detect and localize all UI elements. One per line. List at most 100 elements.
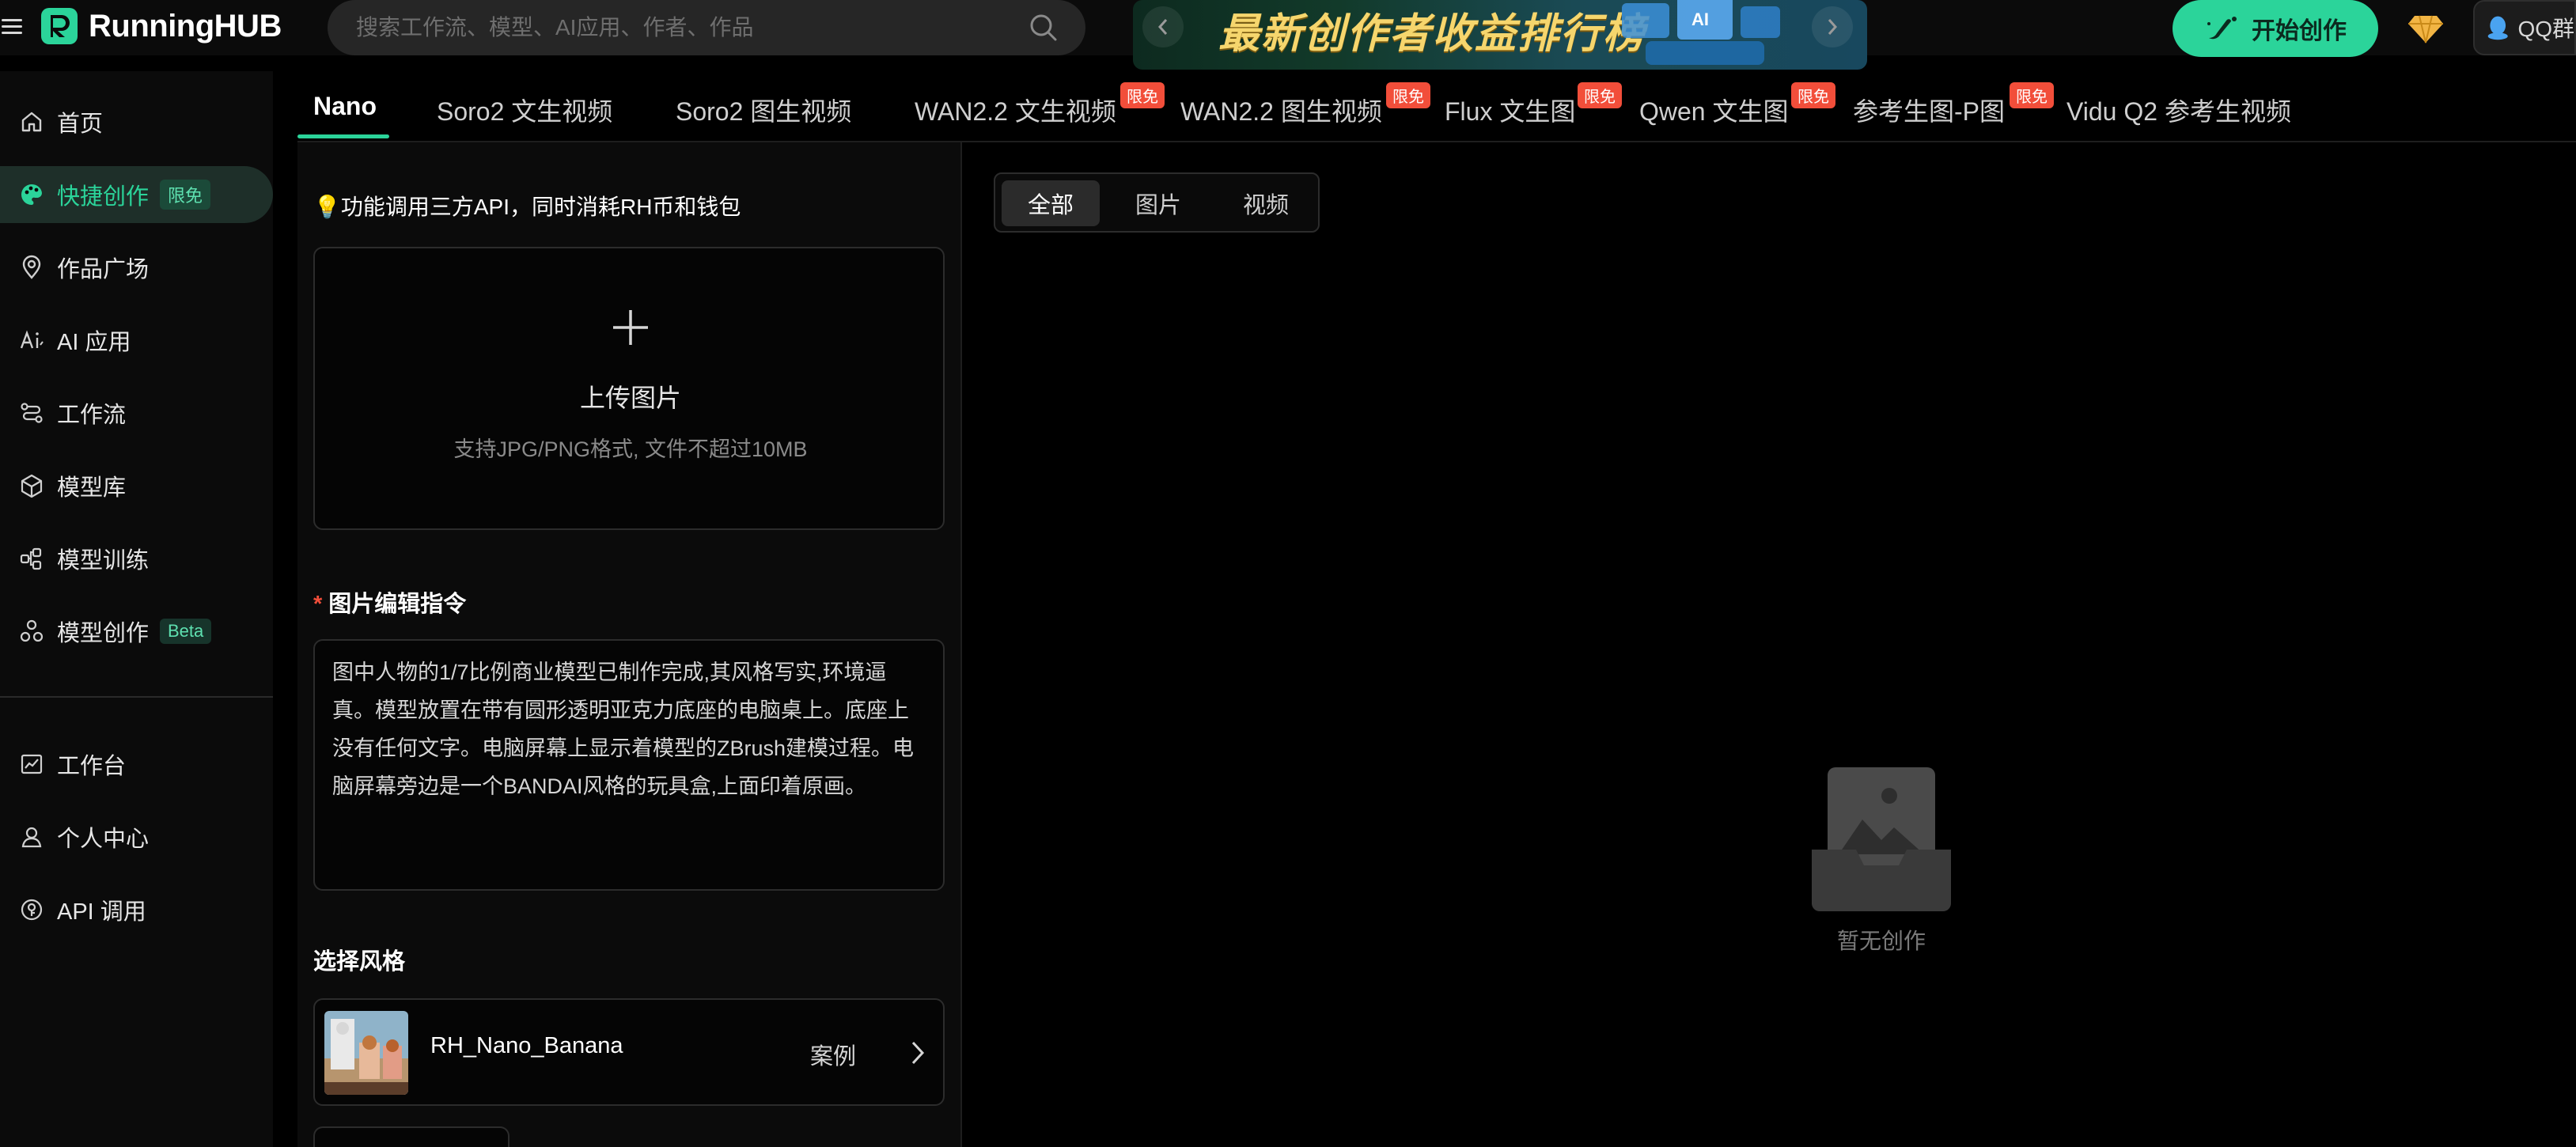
free-tag: 限免 — [1386, 82, 1430, 108]
sidebar-item-api[interactable]: API 调用 — [0, 881, 273, 938]
image-upload-area[interactable]: 上传图片 支持JPG/PNG格式, 文件不超过10MB — [313, 247, 945, 530]
search-input[interactable] — [356, 0, 1005, 55]
chevron-right-icon[interactable] — [910, 1039, 926, 1066]
sidebar-item-profile[interactable]: 个人中心 — [0, 808, 273, 865]
prompt-field[interactable]: 图中人物的1/7比例商业模型已制作完成,其风格写实,环境逼真。模型放置在带有圆形… — [313, 639, 945, 891]
filter-videos[interactable]: 视频 — [1217, 180, 1315, 226]
free-badge: 限免 — [160, 180, 211, 210]
empty-state-text: 暂无创作 — [1836, 929, 1926, 953]
dashboard-icon — [21, 754, 43, 774]
tab-label: Flux 文生图 — [1445, 97, 1576, 126]
banner-next-button[interactable] — [1812, 6, 1853, 47]
tab-label: Soro2 图生视频 — [676, 97, 852, 126]
tab-label: Vidu Q2 参考生视频 — [2066, 97, 2291, 126]
tab-label: WAN2.2 文生视频 — [915, 97, 1116, 126]
style-selector-secondary[interactable] — [313, 1126, 510, 1147]
logo-mark-icon — [41, 8, 78, 44]
sidebar-item-label: 工作流 — [57, 403, 127, 428]
sidebar-item-label: 个人中心 — [57, 827, 150, 852]
search-icon[interactable] — [1029, 13, 1059, 43]
chevron-right-icon — [1828, 19, 1838, 35]
banner-title: 最新创作者收益排行榜 — [1218, 11, 1646, 57]
sidebar-item-label: API 调用 — [57, 899, 146, 925]
workflow-icon — [21, 403, 43, 423]
diamond-icon[interactable] — [2408, 13, 2443, 44]
sidebar-item-workflow[interactable]: 工作流 — [0, 384, 273, 441]
banner-illustration: AI — [1622, 0, 1780, 65]
sidebar-item-quick-create[interactable]: 快捷创作 限免 — [0, 166, 273, 223]
ai-app-icon — [20, 330, 44, 349]
sidebar-item-label: 模型库 — [57, 475, 127, 501]
start-creating-button[interactable]: 开始创作 — [2173, 0, 2378, 57]
style-case-link[interactable]: 案例 — [810, 1038, 856, 1071]
filter-all[interactable]: 全部 — [1002, 180, 1100, 226]
free-tag: 限免 — [1791, 82, 1835, 108]
tab-label: 参考生图-P图 — [1853, 97, 2006, 126]
prompt-label-text: 图片编辑指令 — [328, 592, 467, 617]
model-tabs: Nano Soro2 文生视频 Soro2 图生视频 WAN2.2 文生视频 限… — [297, 82, 2576, 141]
brand-logo[interactable]: RunningHUB — [41, 6, 282, 46]
api-icon — [21, 899, 43, 921]
required-mark: * — [313, 592, 323, 617]
free-tag: 限免 — [1120, 82, 1165, 108]
sidebar-item-ai-apps[interactable]: AI 应用 — [0, 312, 273, 369]
sidebar-item-label: AI 应用 — [57, 330, 131, 355]
sidebar-item-model-training[interactable]: 模型训练 — [0, 530, 273, 587]
promo-banner[interactable]: 最新创作者收益排行榜 AI — [1133, 0, 1867, 70]
start-creating-label: 开始创作 — [2252, 18, 2347, 44]
sidebar-divider — [0, 696, 273, 698]
sidebar-item-label: 工作台 — [57, 754, 127, 779]
beta-badge: Beta — [160, 619, 212, 644]
style-name: RH_Nano_Banana — [430, 1033, 623, 1058]
free-tag: 限免 — [1578, 82, 1622, 108]
tab-label: WAN2.2 图生视频 — [1180, 97, 1382, 126]
empty-inbox-icon — [1812, 767, 1951, 911]
prompt-label: * 图片编辑指令 — [313, 585, 466, 619]
panel-divider — [960, 142, 962, 1147]
sidebar-item-label: 快捷创作 — [57, 184, 150, 210]
style-thumbnail-image — [324, 1011, 408, 1095]
brush-icon — [2207, 17, 2237, 40]
free-tag: 限免 — [2010, 82, 2054, 108]
svg-text:AI: AI — [1691, 9, 1709, 29]
tab-label: Nano — [313, 92, 377, 120]
sidebar-item-gallery[interactable]: 作品广场 — [0, 239, 273, 296]
sidebar-item-label: 作品广场 — [57, 257, 150, 282]
api-notice: 💡功能调用三方API，同时消耗RH币和钱包 — [313, 195, 741, 219]
plus-icon — [613, 310, 648, 345]
model-create-icon — [20, 619, 44, 642]
tab-label: Qwen 文生图 — [1639, 97, 1789, 126]
filter-images[interactable]: 图片 — [1109, 180, 1207, 226]
sidebar-item-label: 模型训练 — [57, 548, 150, 574]
sidebar-item-workbench[interactable]: 工作台 — [0, 736, 273, 793]
sidebar-item-label: 模型创作 — [57, 621, 150, 646]
tab-label: Soro2 文生视频 — [437, 97, 613, 126]
qq-group-label: QQ群 — [2517, 17, 2574, 41]
menu-icon[interactable] — [0, 16, 25, 38]
prompt-textarea[interactable]: 图中人物的1/7比例商业模型已制作完成,其风格写实,环境逼真。模型放置在带有圆形… — [332, 653, 929, 880]
chevron-left-icon — [1157, 19, 1168, 35]
location-pin-icon — [22, 255, 41, 279]
qq-group-button[interactable]: QQ群 — [2473, 0, 2576, 55]
sidebar-item-model-library[interactable]: 模型库 — [0, 457, 273, 514]
training-icon — [20, 547, 42, 570]
sidebar-item-home[interactable]: 首页 — [0, 93, 273, 150]
home-icon — [21, 112, 42, 132]
palette-icon — [21, 184, 43, 205]
creation-form-panel: 💡功能调用三方API，同时消耗RH币和钱包 上传图片 支持JPG/PNG格式, … — [297, 142, 960, 1147]
sidebar: 首页 快捷创作 限免 作品广场 AI 应用 工作流 模型库 模型训练 模型创作 … — [0, 71, 273, 1147]
sidebar-item-label: 首页 — [57, 112, 104, 137]
qq-icon — [2487, 16, 2508, 40]
user-icon — [21, 827, 42, 848]
search-bar[interactable] — [328, 0, 1085, 55]
cube-icon — [21, 474, 43, 498]
result-filter: 全部 图片 视频 — [994, 172, 1320, 233]
top-bar: RunningHUB 最新创作者收益排行榜 AI 开始创作 — [0, 0, 2576, 70]
upload-hint: 支持JPG/PNG格式, 文件不超过10MB — [453, 437, 808, 461]
sidebar-item-model-create[interactable]: 模型创作 Beta — [0, 603, 273, 660]
brand-name: RunningHUB — [89, 8, 282, 44]
upload-title: 上传图片 — [579, 384, 681, 412]
banner-prev-button[interactable] — [1142, 6, 1184, 47]
style-selector[interactable]: RH_Nano_Banana 案例 — [313, 998, 945, 1106]
active-tab-underline — [297, 134, 389, 138]
